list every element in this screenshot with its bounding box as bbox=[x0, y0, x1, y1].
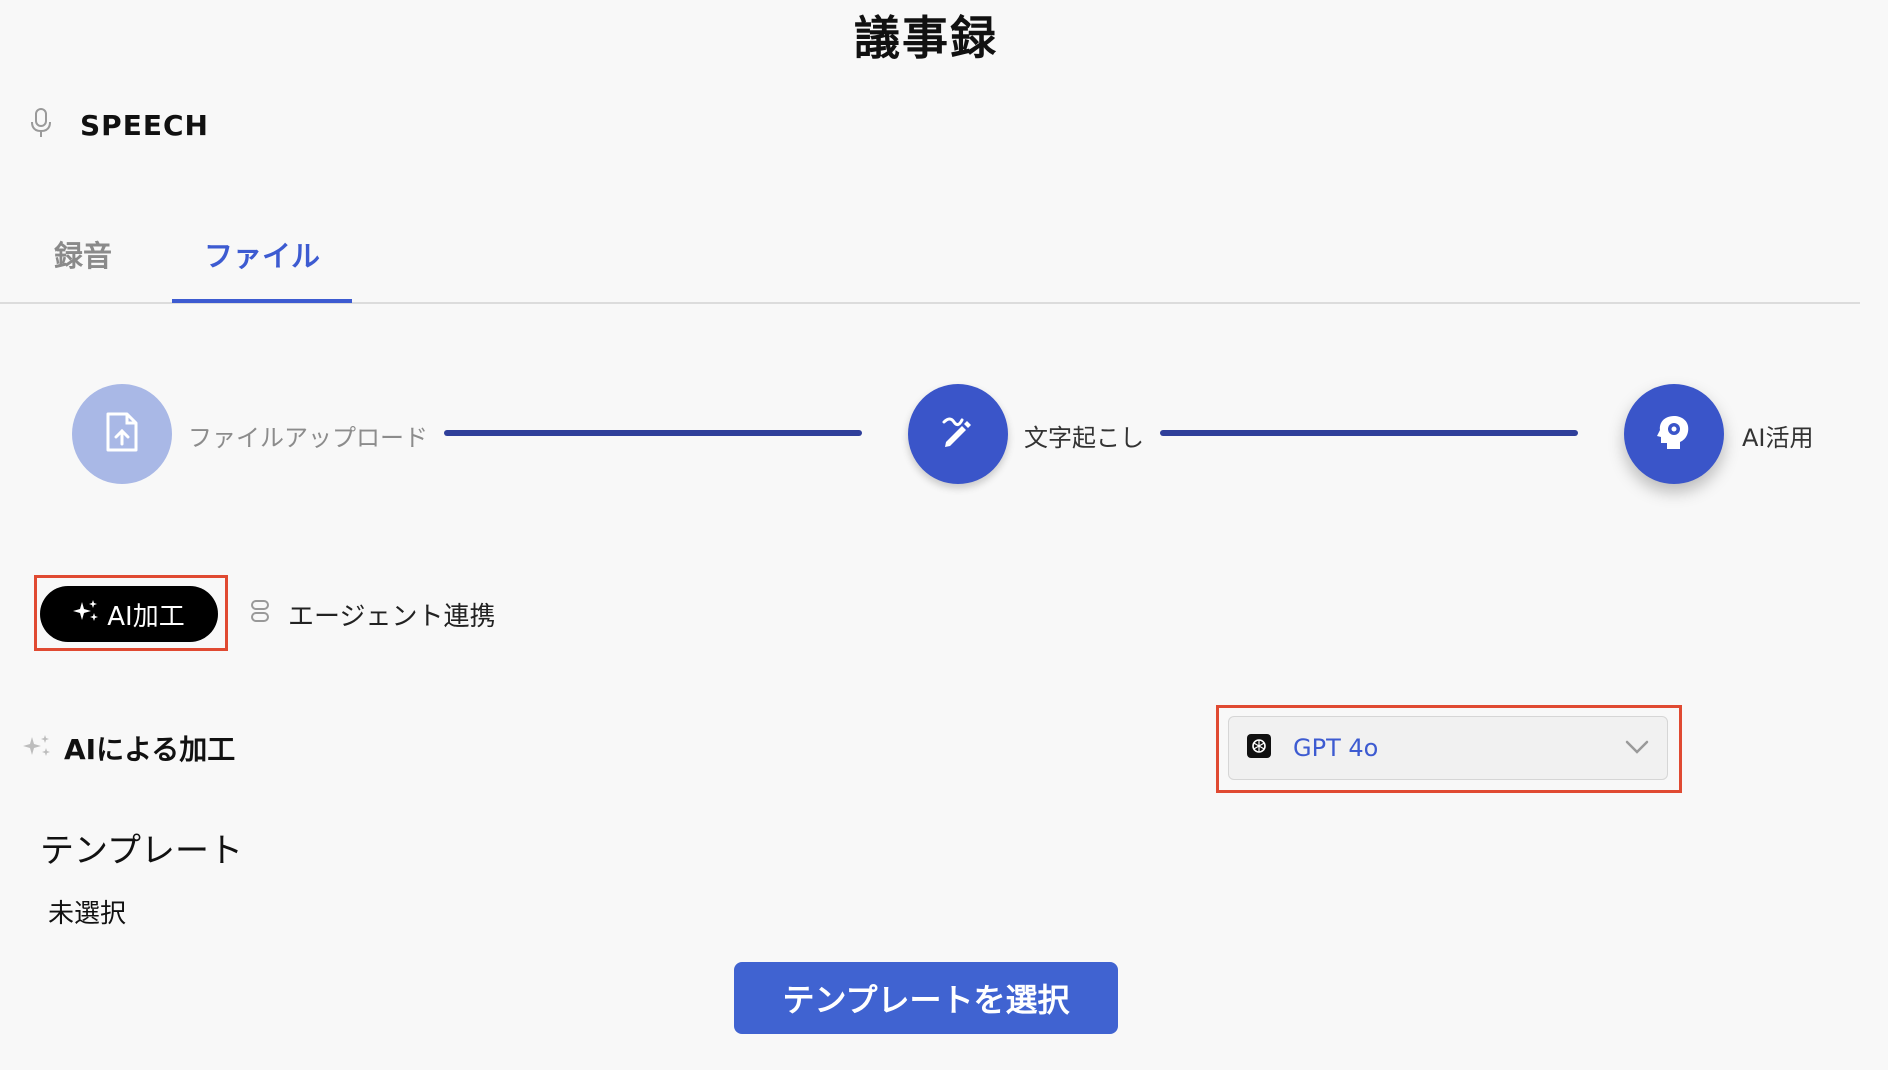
agent-integration-tab[interactable]: エージェント連携 bbox=[250, 596, 495, 633]
file-upload-icon bbox=[105, 411, 139, 457]
ai-processing-button[interactable]: AI加工 bbox=[40, 586, 218, 642]
page-title: 議事録 bbox=[854, 11, 998, 65]
select-template-button[interactable]: テンプレートを選択 bbox=[734, 962, 1118, 1034]
template-label: テンプレート bbox=[40, 831, 243, 871]
model-select-value: GPT 4o bbox=[1293, 734, 1379, 762]
section-title: AIによる加工 bbox=[64, 733, 236, 766]
sparkle-icon bbox=[22, 732, 52, 765]
ai-head-gear-icon bbox=[1654, 412, 1694, 456]
speech-header: SPEECH bbox=[30, 108, 209, 142]
step-upload-circle bbox=[72, 384, 172, 484]
chevron-down-icon bbox=[1625, 739, 1649, 758]
model-select[interactable]: GPT 4o bbox=[1228, 716, 1668, 780]
step-connector bbox=[1160, 430, 1578, 436]
section-header: AIによる加工 bbox=[22, 728, 235, 768]
tab-file[interactable]: ファイル bbox=[172, 232, 352, 303]
step-ai-label: AI活用 bbox=[1742, 424, 1814, 452]
ai-processing-label: AI加工 bbox=[107, 601, 185, 632]
step-connector bbox=[444, 430, 862, 436]
agent-icon bbox=[250, 599, 270, 630]
pen-edit-icon bbox=[938, 412, 978, 456]
agent-integration-label: エージェント連携 bbox=[288, 602, 496, 632]
sparkle-icon bbox=[73, 599, 99, 629]
step-transcribe-label: 文字起こし bbox=[1024, 424, 1144, 452]
step-upload-label: ファイルアップロード bbox=[188, 424, 428, 452]
step-ai-circle bbox=[1624, 384, 1724, 484]
microphone-icon bbox=[30, 108, 52, 142]
speech-label: SPEECH bbox=[80, 108, 209, 142]
step-transcribe-circle bbox=[908, 384, 1008, 484]
openai-icon bbox=[1247, 734, 1271, 762]
template-value: 未選択 bbox=[48, 899, 127, 929]
tab-bar: 録音 ファイル bbox=[0, 232, 1860, 304]
tab-recording[interactable]: 録音 bbox=[54, 232, 112, 302]
